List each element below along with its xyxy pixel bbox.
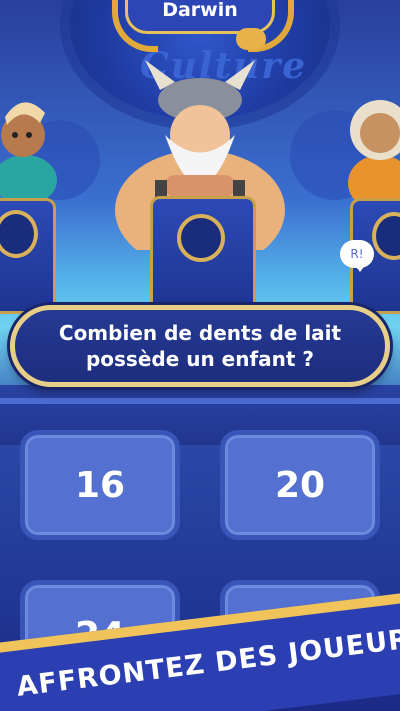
- game-scene: Culture Darwin R! Combien de dents de la…: [0, 0, 400, 711]
- opponent-right-character: [348, 100, 400, 208]
- question-panel: Combien de dents de lait possède un enfa…: [10, 305, 390, 387]
- stage-rail: [0, 398, 400, 404]
- answer-button-1[interactable]: 16: [20, 430, 180, 540]
- answer-button-2[interactable]: 20: [220, 430, 380, 540]
- chat-glyph: R!: [350, 247, 364, 261]
- question-text: Combien de dents de lait possède un enfa…: [59, 320, 341, 372]
- question-line-1: Combien de dents de lait: [58, 321, 342, 345]
- chat-bubble-icon[interactable]: R!: [340, 240, 374, 272]
- answer-label: 16: [74, 464, 126, 506]
- opponent-left-character: [0, 102, 57, 205]
- question-line-2: possède un enfant ?: [85, 347, 315, 371]
- podium-center-ring: [177, 214, 225, 262]
- player-name: Darwin: [162, 0, 238, 21]
- answer-label: 20: [274, 464, 326, 506]
- trophy-icon: [236, 28, 266, 50]
